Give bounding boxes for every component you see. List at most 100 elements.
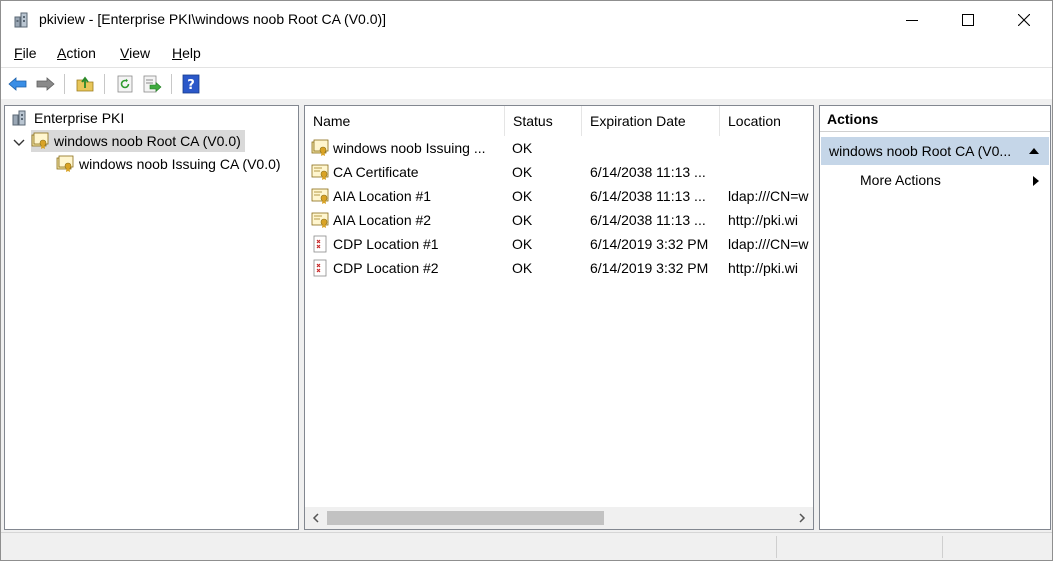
row-name: AIA Location #2 <box>333 212 432 228</box>
cell-location: http://pki.wi <box>728 212 799 228</box>
scroll-left-button[interactable] <box>309 511 323 525</box>
cell-status: OK <box>512 236 533 252</box>
close-icon <box>1018 14 1030 26</box>
scroll-right-button[interactable] <box>795 511 809 525</box>
actions-pane: Actions windows noob Root CA (V0... More… <box>819 105 1051 530</box>
row-name: AIA Location #1 <box>333 188 432 204</box>
actions-section-root-ca[interactable]: windows noob Root CA (V0... <box>821 137 1049 165</box>
more-actions-item[interactable]: More Actions <box>860 172 941 188</box>
cell-expiration <box>590 136 718 160</box>
cell-location: http://pki.wi <box>728 260 799 276</box>
certificate-icon <box>311 212 329 228</box>
cell-location: ldap:///CN=w <box>728 236 809 252</box>
cell-name: AIA Location #1 <box>311 184 503 208</box>
collapse-triangle-icon <box>1029 148 1039 154</box>
cell-status: OK <box>512 260 533 276</box>
svg-text:?: ? <box>187 78 195 93</box>
chevron-right-icon <box>799 513 806 523</box>
menu-bar: File Action View Help <box>1 39 1052 67</box>
ca-icon <box>56 155 74 172</box>
cell-status: OK <box>512 188 533 204</box>
cell-expiration: 6/14/2038 11:13 ... <box>590 164 706 180</box>
cell-expiration: 6/14/2038 11:13 ... <box>590 188 706 204</box>
ca-icon <box>311 139 329 156</box>
tree-node-issuing-ca[interactable]: windows noob Issuing CA (V0.0) <box>56 153 281 175</box>
forward-button[interactable] <box>34 73 56 95</box>
row-name: CDP Location #2 <box>333 260 439 276</box>
table-row[interactable]: CDP Location #1 OK 6/14/2019 3:32 PM ldap:/… <box>305 232 813 256</box>
menu-view[interactable]: View <box>120 45 150 61</box>
back-arrow-icon <box>8 77 27 91</box>
menu-help[interactable]: Help <box>172 45 201 61</box>
cell-location <box>728 136 813 160</box>
export-list-button[interactable] <box>141 73 163 95</box>
console-tree: Enterprise PKI windows noob Root CA (V0.… <box>4 105 299 530</box>
column-header-expiration-date[interactable]: Expiration Date <box>582 106 720 136</box>
toolbar: ? <box>1 67 1052 99</box>
ca-icon <box>31 132 49 149</box>
up-folder-icon <box>76 76 94 92</box>
table-row[interactable]: CDP Location #2 OK 6/14/2019 3:32 PM http:/… <box>305 256 813 280</box>
minimize-icon <box>906 20 918 21</box>
chevron-down-icon[interactable] <box>12 136 26 150</box>
tree-node-label: Enterprise PKI <box>34 110 125 126</box>
export-list-icon <box>143 75 162 93</box>
table-row[interactable]: windows noob Issuing ... OK <box>305 136 813 160</box>
cell-status: OK <box>512 140 533 156</box>
minimize-button[interactable] <box>884 1 940 39</box>
tree-node-label: windows noob Root CA (V0.0) <box>54 133 241 149</box>
window-title: pkiview - [Enterprise PKI\windows noob R… <box>39 11 387 27</box>
tree-node-label: windows noob Issuing CA (V0.0) <box>79 156 281 172</box>
scrollbar-thumb[interactable] <box>327 511 604 525</box>
forward-arrow-icon <box>36 77 55 91</box>
certificate-icon <box>311 188 329 204</box>
title-bar: pkiview - [Enterprise PKI\windows noob R… <box>1 1 1052 39</box>
cell-expiration: 6/14/2019 3:32 PM <box>590 260 709 276</box>
table-row[interactable]: AIA Location #2 OK 6/14/2038 11:13 ... http… <box>305 208 813 232</box>
column-header-location[interactable]: Location <box>720 106 813 136</box>
status-divider <box>776 536 777 558</box>
submenu-arrow-icon <box>1033 176 1039 186</box>
pkiview-window: pkiview - [Enterprise PKI\windows noob R… <box>0 0 1053 561</box>
column-header-name[interactable]: Name <box>305 106 505 136</box>
cell-name: CDP Location #2 <box>311 256 503 280</box>
up-one-level-button[interactable] <box>74 73 96 95</box>
row-name: CA Certificate <box>333 164 419 180</box>
help-button[interactable]: ? <box>180 73 202 95</box>
cell-status: OK <box>512 164 533 180</box>
status-bar <box>1 532 1052 560</box>
cell-name: CDP Location #1 <box>311 232 503 256</box>
help-icon: ? <box>182 74 200 94</box>
horizontal-scrollbar[interactable] <box>305 507 813 529</box>
cell-status: OK <box>512 212 533 228</box>
column-header-status[interactable]: Status <box>505 106 582 136</box>
list-header: Name Status Expiration Date Location <box>305 106 813 136</box>
cell-name: CA Certificate <box>311 160 503 184</box>
refresh-button[interactable] <box>114 73 136 95</box>
maximize-button[interactable] <box>940 1 996 39</box>
actions-header: Actions <box>820 106 1050 132</box>
status-divider <box>942 536 943 558</box>
cell-location <box>728 160 813 184</box>
toolbar-separator <box>104 74 105 94</box>
cell-name: windows noob Issuing ... <box>311 136 503 160</box>
main-area: Enterprise PKI windows noob Root CA (V0.… <box>1 99 1052 532</box>
menu-file[interactable]: File <box>14 45 37 61</box>
toolbar-separator <box>64 74 65 94</box>
cell-name: AIA Location #2 <box>311 208 503 232</box>
menu-action[interactable]: Action <box>57 45 96 61</box>
certificate-icon <box>311 164 329 180</box>
close-button[interactable] <box>996 1 1052 39</box>
table-row[interactable]: AIA Location #1 OK 6/14/2038 11:13 ... ldap… <box>305 184 813 208</box>
table-row[interactable]: CA Certificate OK 6/14/2038 11:13 ... <box>305 160 813 184</box>
cell-location: ldap:///CN=w <box>728 188 809 204</box>
results-list: Name Status Expiration Date Location win… <box>304 105 814 530</box>
back-button[interactable] <box>7 73 29 95</box>
maximize-icon <box>962 14 974 26</box>
pki-app-icon <box>14 12 28 28</box>
tree-node-root-ca[interactable]: windows noob Root CA (V0.0) <box>31 130 245 152</box>
tree-node-enterprise-pki[interactable]: Enterprise PKI <box>11 107 124 129</box>
pki-app-icon <box>12 110 26 126</box>
row-name: windows noob Issuing ... <box>333 140 486 156</box>
row-name: CDP Location #1 <box>333 236 439 252</box>
